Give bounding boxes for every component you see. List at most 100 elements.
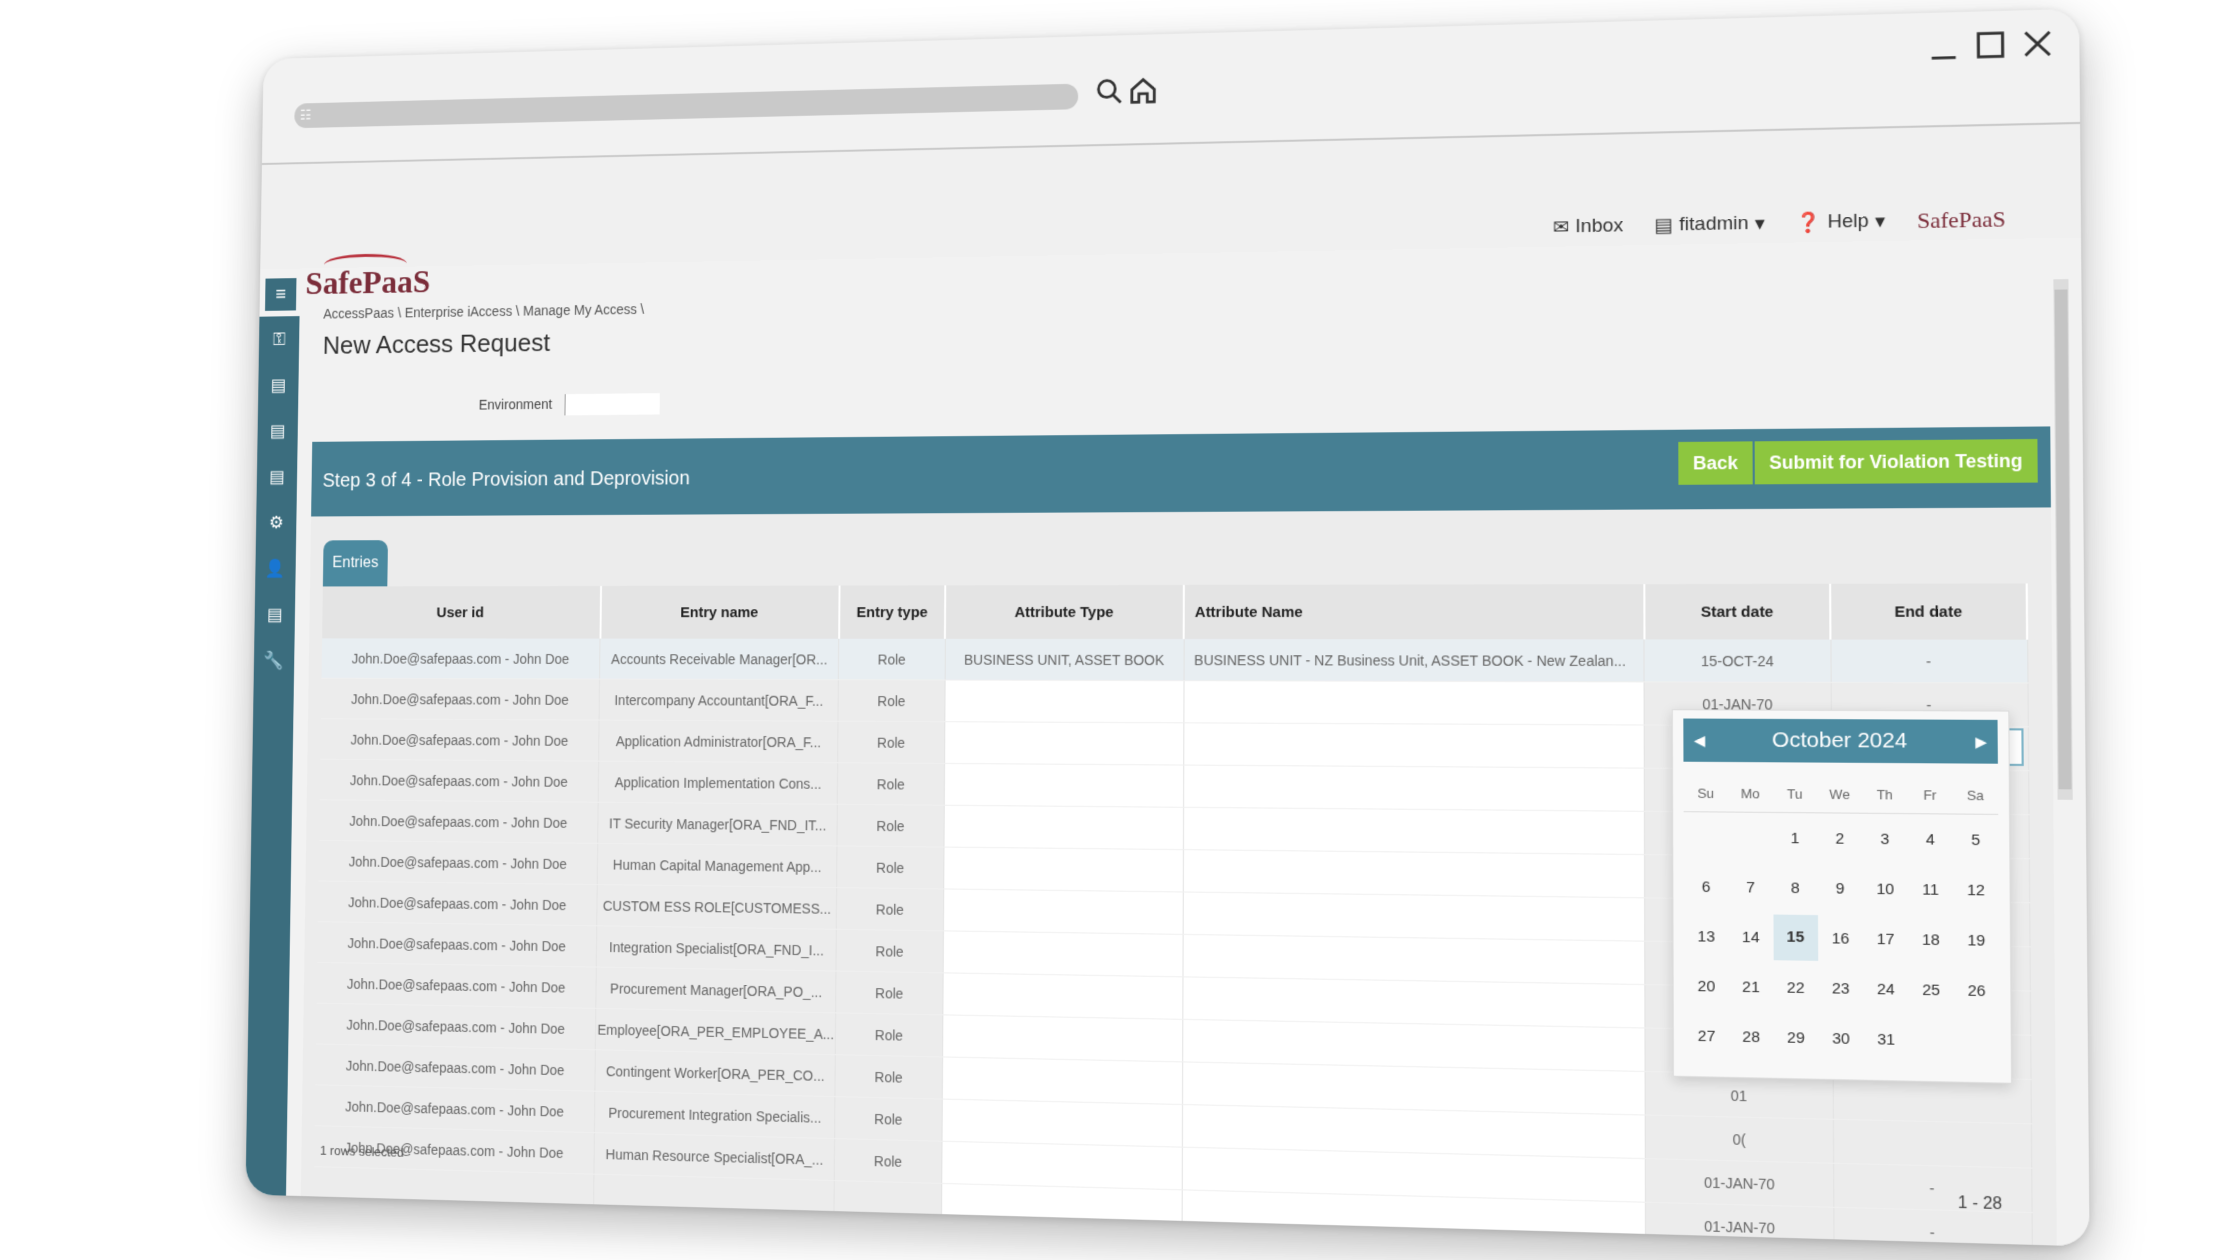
sidebar-settings-icon[interactable]: ⚙ [256, 499, 297, 545]
sidebar-report3-icon[interactable]: ▤ [257, 453, 298, 499]
table-cell-type: Role [836, 845, 944, 889]
table-cell-start[interactable]: 01-JAN-70 [1645, 1202, 1834, 1247]
environment-field: Environment [479, 393, 661, 416]
table-cell-attr-name [1183, 722, 1645, 769]
calendar-day[interactable]: 14 [1728, 928, 1773, 946]
table-cell-user: John.Doe@safepaas.com - John Doe [319, 799, 599, 844]
table-cell-end[interactable] [1833, 1119, 2032, 1169]
calendar-day[interactable]: 22 [1773, 978, 1818, 997]
calendar-day[interactable]: 29 [1774, 1028, 1819, 1047]
column-header[interactable]: End date [1830, 583, 2028, 640]
table-cell-start[interactable]: 0( [1645, 1115, 1834, 1164]
table-cell-user: John.Doe@safepaas.com - John Doe [314, 1084, 596, 1133]
search-icon[interactable] [1093, 75, 1127, 109]
column-header[interactable]: Start date [1644, 583, 1831, 640]
calendar-day[interactable]: 20 [1684, 977, 1729, 995]
calendar-day[interactable]: 18 [1908, 930, 1954, 949]
back-button[interactable]: Back [1678, 441, 1753, 485]
next-month-icon[interactable]: ▶ [1975, 720, 1987, 764]
calendar-day[interactable]: 15 [1773, 914, 1819, 961]
scrollbar-thumb[interactable] [2054, 289, 2072, 790]
table-cell-user: John.Doe@safepaas.com - John Doe [315, 1043, 596, 1092]
calendar-day[interactable]: 25 [1908, 981, 1954, 1000]
maximize-icon[interactable] [1972, 27, 2009, 63]
calendar-day[interactable]: 28 [1729, 1027, 1774, 1046]
minimize-icon[interactable] [1925, 28, 1961, 64]
calendar-day[interactable]: 5 [1953, 831, 1999, 849]
table-cell-attr-name [1183, 680, 1645, 726]
environment-select[interactable] [564, 393, 661, 416]
calendar-month-label: October 2024 [1772, 728, 1908, 753]
environment-label: Environment [478, 395, 553, 413]
page-scrollbar[interactable] [2053, 279, 2073, 800]
calendar-day[interactable]: 26 [1954, 981, 2000, 1000]
table-cell-end[interactable]: - [1830, 639, 2028, 683]
calendar-day[interactable]: 3 [1862, 830, 1907, 848]
tab-entries[interactable]: Entries [322, 540, 388, 587]
user-menu[interactable]: ▤ fitadmin ▾ [1654, 212, 1765, 237]
calendar-day[interactable]: 10 [1863, 880, 1908, 898]
column-header[interactable]: Attribute Type [945, 584, 1184, 640]
calendar-day[interactable]: 31 [1863, 1030, 1908, 1049]
sidebar-access-icon[interactable]: ⚿ [259, 316, 300, 362]
table-cell-start[interactable]: 01-JAN-70 [1645, 1158, 1834, 1208]
column-header[interactable]: Entry name [600, 585, 840, 639]
calendar-day[interactable]: 19 [1953, 931, 1999, 949]
address-bar[interactable]: ☷ [294, 83, 1079, 129]
calendar-day[interactable]: 13 [1684, 927, 1729, 945]
calendar-day[interactable]: 30 [1818, 1029, 1863, 1048]
table-cell-start[interactable]: 15-OCT-24 [1644, 639, 1831, 683]
calendar-day[interactable]: 7 [1728, 878, 1773, 896]
site-info-icon[interactable]: ☷ [300, 107, 312, 123]
breadcrumb-item[interactable]: AccessPaas [323, 305, 394, 321]
table-cell-user: John.Doe@safepaas.com - John Doe [317, 921, 598, 968]
sidebar-user-icon[interactable]: 👤 [255, 545, 296, 591]
menu-toggle-button[interactable]: ≡ [265, 278, 297, 311]
calendar-day[interactable]: 4 [1907, 830, 1952, 848]
calendar-day[interactable]: 1 [1773, 829, 1818, 847]
table-cell-user: John.Doe@safepaas.com - John Doe [319, 759, 600, 803]
home-icon[interactable] [1126, 74, 1160, 108]
calendar-day[interactable]: 16 [1818, 929, 1863, 947]
calendar-day[interactable]: 23 [1818, 979, 1863, 997]
table-cell-attr-type [943, 888, 1183, 935]
sidebar: ⚿ ▤ ▤ ▤ ⚙ 👤 ▤ 🔧 [245, 316, 300, 1196]
calendar-day[interactable]: 27 [1684, 1027, 1729, 1045]
sidebar-report2-icon[interactable]: ▤ [257, 408, 298, 454]
table-cell-attr-type [941, 1099, 1183, 1148]
table-cell-attr-name: BUSINESS UNIT - NZ Business Unit, ASSET … [1183, 639, 1645, 682]
table-cell-attr-type [944, 721, 1184, 766]
calendar-day[interactable]: 17 [1863, 930, 1908, 948]
submit-violation-testing-button[interactable]: Submit for Violation Testing [1754, 438, 2038, 485]
sidebar-wrench-icon[interactable]: 🔧 [254, 637, 295, 683]
sidebar-report4-icon[interactable]: ▤ [254, 591, 295, 637]
envelope-icon: ✉ [1552, 216, 1570, 239]
help-menu[interactable]: ❓ Help ▾ [1796, 209, 1885, 235]
calendar-day[interactable]: 12 [1953, 881, 1999, 899]
table-cell-attr-type [943, 847, 1183, 892]
calendar-day[interactable]: 11 [1908, 880, 1953, 898]
calendar-day[interactable]: 2 [1817, 829, 1862, 848]
sidebar-report-icon[interactable]: ▤ [258, 362, 299, 408]
calendar-day[interactable]: 21 [1729, 978, 1774, 996]
table-cell-type: Role [837, 804, 945, 848]
table-cell-attr-type [942, 1014, 1183, 1062]
table-cell-entry: Intercompany Accountant[ORA_F... [599, 679, 839, 722]
calendar-day[interactable]: 8 [1773, 879, 1818, 897]
column-header[interactable]: Entry type [838, 585, 946, 639]
app-frame: ✉ Inbox ▤ fitadmin ▾ ❓ Help ▾ SafePaaS ≡… [245, 123, 2090, 1247]
column-header[interactable]: User id [322, 585, 602, 639]
table-row[interactable]: John.Doe@safepaas.com - John Doe Accounts… [321, 638, 2028, 683]
table-cell-attr-name [1182, 849, 1646, 898]
calendar-day[interactable]: 24 [1863, 980, 1908, 999]
calendar-day[interactable]: 6 [1684, 878, 1728, 896]
breadcrumb-item[interactable]: Enterprise iAccess [405, 303, 513, 320]
inbox-link[interactable]: ✉ Inbox [1553, 215, 1624, 240]
calendar-day[interactable]: 9 [1818, 879, 1863, 897]
table-cell-user: John.Doe@safepaas.com - John Doe [321, 638, 601, 680]
close-icon[interactable] [2019, 26, 2056, 62]
breadcrumb-item[interactable]: Manage My Access [523, 301, 637, 318]
prev-month-icon[interactable]: ◀ [1694, 719, 1705, 762]
hamburger-icon: ≡ [275, 283, 287, 306]
column-header[interactable]: Attribute Name [1183, 584, 1645, 640]
